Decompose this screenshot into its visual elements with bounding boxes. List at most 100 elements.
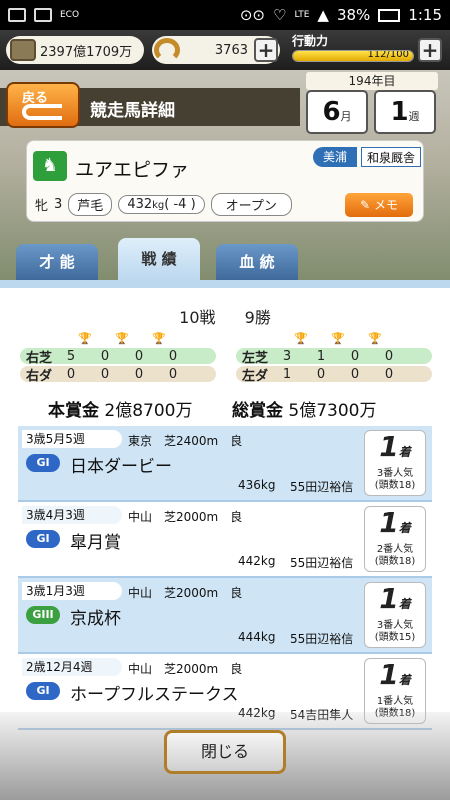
race-count: 10戦 [179, 308, 216, 327]
race-row[interactable]: 3歳5月5週 東京 芝2400m 良 GI 日本ダービー 436kg 55田辺裕… [18, 426, 432, 502]
stat-value: 3 [282, 348, 292, 364]
notification-icon [34, 8, 52, 22]
race-name: 皐月賞 [70, 533, 121, 553]
stat-value: 1 [282, 366, 292, 382]
stat-value: 0 [350, 348, 360, 364]
field-size: (頭数18) [374, 480, 416, 491]
grade-badge: GIII [26, 606, 60, 624]
stat-value: 0 [100, 348, 110, 364]
race-weight: 442kg [238, 554, 276, 568]
stamina-bar: 112/100 [292, 50, 414, 62]
clock: 1:15 [408, 6, 442, 24]
stat-value: 0 [134, 348, 144, 364]
popularity: 2番人気 [376, 544, 414, 555]
bronze-trophy-icon: 🏆 [152, 332, 167, 345]
race-venue: 中山 芝2000m 良 [128, 662, 243, 676]
popularity: 1番人気 [376, 696, 414, 707]
week-calendar: 1週 [374, 90, 436, 134]
total-prize: 総賞金 5億7300万 [232, 396, 377, 421]
main-prize-value: 2億8700万 [104, 401, 193, 421]
horse-weight: 432 [127, 197, 153, 212]
race-jockey: 55田辺裕信 [290, 632, 354, 646]
stat-value: 0 [66, 366, 76, 382]
grade-badge: GI [26, 530, 60, 548]
stat-value: 0 [384, 366, 394, 382]
battery-icon [378, 8, 401, 22]
add-horseshoe-button[interactable]: + [254, 38, 278, 62]
stat-value: 0 [316, 366, 326, 382]
horse-card: ♞ ユアエピファ 美浦 和泉厩舎 牝 3 芦毛 432kg( -4 ) オープン… [26, 140, 424, 222]
race-weight: 444kg [238, 630, 276, 644]
race-venue: 東京 芝2400m 良 [128, 434, 243, 448]
add-stamina-button[interactable]: + [418, 38, 442, 62]
lte-label: LTE [294, 10, 310, 20]
gold-trophy-icon: 🏆 [78, 332, 92, 345]
gallery-icon [8, 8, 26, 22]
race-date: 3歳1月3週 [22, 582, 122, 600]
finish-unit: 着 [398, 445, 411, 459]
horse-weight-diff: ( -4 ) [164, 197, 196, 212]
popularity: 3番人気 [376, 620, 414, 631]
field-size: (頭数18) [374, 556, 416, 567]
tab-talent[interactable]: 才 能 [16, 244, 98, 280]
month-unit: 月 [340, 110, 352, 123]
eco-label: ECO [60, 10, 80, 20]
money-icon [10, 39, 36, 61]
year-label: 194年目 [306, 72, 438, 90]
tab-record[interactable]: 戦 績 [118, 238, 200, 280]
page-title: 競走馬詳細 [90, 101, 175, 121]
silver-trophy-icon: 🏆 [115, 332, 129, 345]
race-name: ホープフルステークス [70, 685, 239, 705]
stat-label: 左ダ [242, 368, 269, 384]
tab-underline [0, 280, 450, 288]
close-button[interactable]: 閉じる [164, 730, 286, 774]
horseshoe-value: 3763 [214, 42, 248, 58]
memo-button[interactable]: ✎ メモ [345, 193, 413, 217]
race-row[interactable]: 3歳4月3週 中山 芝2000m 良 GI 皐月賞 442kg 55田辺裕信 1… [18, 502, 432, 578]
month-calendar: 6月 [306, 90, 368, 134]
tab-pedigree[interactable]: 血 統 [216, 244, 298, 280]
finish-unit: 着 [398, 673, 411, 687]
horse-info-row: 牝 3 芦毛 432kg( -4 ) オープン [35, 193, 292, 216]
signal-icon: ▲ [317, 6, 329, 24]
race-date: 3歳4月3週 [22, 506, 122, 524]
memo-label: メモ [373, 198, 398, 212]
stat-label: 右芝 [26, 350, 53, 366]
back-button[interactable]: 戻る [6, 82, 80, 128]
race-name: 京成杯 [70, 609, 121, 629]
finish-unit: 着 [398, 521, 411, 535]
stat-label: 左芝 [242, 350, 269, 366]
stat-value: 0 [350, 366, 360, 382]
stat-label: 右ダ [26, 368, 53, 384]
race-weight: 436kg [238, 478, 276, 492]
back-arrow-icon [22, 104, 62, 120]
finish-unit: 着 [398, 597, 411, 611]
stable-tag: 和泉厩舎 [361, 147, 421, 167]
stat-value: 0 [134, 366, 144, 382]
heart-icon: ♡ [273, 6, 287, 24]
week-value: 1 [390, 97, 409, 127]
horseshoe-icon [154, 38, 180, 62]
money-value: 2397億1709万 [40, 44, 133, 60]
stamina-label: 行動力 [292, 34, 329, 48]
race-venue: 中山 芝2000m 良 [128, 510, 243, 524]
finish-position: 1 [379, 430, 399, 463]
main-prize: 本賞金 2億8700万 [48, 396, 193, 421]
field-size: (頭数15) [374, 632, 416, 643]
grade-badge: GI [26, 682, 60, 700]
main-prize-label: 本賞金 [48, 401, 99, 421]
race-venue: 中山 芝2000m 良 [128, 586, 243, 600]
stamina-text: 112/100 [367, 50, 409, 60]
race-row[interactable]: 3歳1月3週 中山 芝2000m 良 GIII 京成杯 444kg 55田辺裕信… [18, 578, 432, 654]
stat-value: 1 [316, 348, 326, 364]
money-pill: 2397億1709万 [6, 36, 144, 64]
stat-value: 0 [168, 348, 178, 364]
horse-weight-box: 432kg( -4 ) [118, 195, 205, 214]
bronze-trophy-icon: 🏆 [368, 332, 383, 345]
stat-row-right-turf: 右芝 5 0 0 0 [20, 348, 216, 366]
win-count: 9勝 [244, 308, 271, 327]
trophy-icons-right: 🏆 🏆 🏆 [78, 332, 166, 345]
stat-row-left-turf: 左芝 3 1 0 0 [236, 348, 432, 366]
horse-sex: 牝 [35, 199, 49, 214]
battery-percent: 38% [336, 6, 371, 24]
